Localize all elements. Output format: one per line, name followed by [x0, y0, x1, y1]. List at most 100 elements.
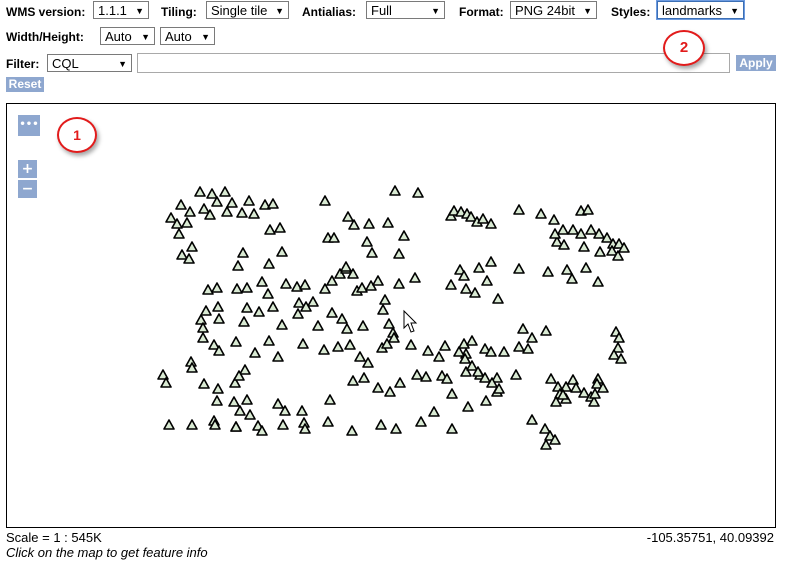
apply-button[interactable]: Apply: [736, 55, 776, 71]
map-viewport[interactable]: ••• + − 1: [6, 103, 776, 528]
landmark-marker-icon: [460, 283, 472, 294]
landmark-marker-icon: [557, 224, 569, 235]
feature-info-hint: Click on the map to get feature info: [6, 545, 208, 560]
landmark-marker-icon: [256, 276, 268, 287]
width-height-label: Width/Height:: [6, 30, 84, 44]
landmark-marker-icon: [420, 371, 432, 382]
chevron-down-icon: ▼: [141, 32, 150, 42]
wms-version-label: WMS version:: [6, 5, 86, 19]
landmark-marker-icon: [462, 401, 474, 412]
landmark-marker-icon: [422, 345, 434, 356]
tiling-select[interactable]: Single tile ▼: [206, 1, 289, 19]
landmark-marker-icon: [592, 276, 604, 287]
landmark-marker-icon: [445, 279, 457, 290]
landmark-marker-icon: [513, 263, 525, 274]
styles-select[interactable]: landmarks ▼: [656, 0, 745, 20]
width-select[interactable]: Auto ▼: [100, 27, 155, 45]
landmark-marker-icon: [485, 256, 497, 267]
landmark-marker-icon: [219, 186, 231, 197]
landmark-marker-icon: [263, 258, 275, 269]
landmark-marker-icon: [267, 198, 279, 209]
landmark-marker-icon: [347, 375, 359, 386]
styles-label: Styles:: [611, 5, 651, 19]
landmark-marker-icon: [382, 217, 394, 228]
filter-text-input[interactable]: [137, 53, 730, 73]
mouse-pointer-icon: [403, 309, 418, 333]
landmark-marker-icon: [398, 230, 410, 241]
landmark-marker-icon: [272, 351, 284, 362]
landmark-marker-icon: [340, 261, 352, 272]
landmark-marker-icon: [357, 320, 369, 331]
landmark-marker-icon: [237, 247, 249, 258]
wms-version-select[interactable]: 1.1.1 ▼: [93, 1, 149, 19]
landmark-marker-icon: [522, 343, 534, 354]
reset-button[interactable]: Reset: [6, 77, 44, 92]
landmark-marker-icon: [202, 284, 214, 295]
landmark-marker-icon: [446, 423, 458, 434]
landmark-marker-icon: [341, 323, 353, 334]
landmark-marker-icon: [244, 409, 256, 420]
landmark-marker-icon: [221, 206, 233, 217]
landmark-marker-icon: [198, 203, 210, 214]
landmark-marker-icon: [277, 419, 289, 430]
chevron-down-icon: ▼: [135, 6, 144, 16]
landmark-marker-icon: [498, 346, 510, 357]
antialias-select[interactable]: Full ▼: [366, 1, 445, 19]
wms-version-value: 1.1.1: [98, 3, 127, 18]
landmark-marker-icon: [253, 306, 265, 317]
landmark-marker-icon: [567, 224, 579, 235]
landmark-marker-icon: [228, 396, 240, 407]
landmark-marker-icon: [428, 406, 440, 417]
landmark-marker-icon: [377, 304, 389, 315]
landmark-marker-icon: [231, 283, 243, 294]
antialias-value: Full: [371, 3, 392, 18]
landmark-marker-icon: [165, 212, 177, 223]
landmark-marker-icon: [206, 188, 218, 199]
landmark-marker-icon: [542, 266, 554, 277]
format-select[interactable]: PNG 24bit ▼: [510, 1, 597, 19]
landmark-marker-icon: [181, 217, 193, 228]
map-features-layer: [157, 185, 630, 450]
landmark-marker-icon: [241, 302, 253, 313]
landmark-marker-icon: [409, 272, 421, 283]
landmark-marker-icon: [481, 275, 493, 286]
landmark-marker-icon: [326, 307, 338, 318]
filter-label: Filter:: [6, 57, 40, 71]
landmark-marker-icon: [238, 316, 250, 327]
landmark-marker-icon: [383, 318, 395, 329]
landmark-marker-icon: [274, 222, 286, 233]
landmark-marker-icon: [393, 248, 405, 259]
landmark-marker-icon: [186, 419, 198, 430]
landmark-marker-icon: [241, 282, 253, 293]
landmark-marker-icon: [561, 264, 573, 275]
landmark-marker-icon: [263, 335, 275, 346]
landmark-marker-icon: [232, 260, 244, 271]
landmark-marker-icon: [194, 186, 206, 197]
landmark-marker-icon: [322, 416, 334, 427]
format-label: Format:: [459, 5, 504, 19]
landmark-markers: [157, 185, 630, 450]
landmark-marker-icon: [446, 388, 458, 399]
landmark-marker-icon: [594, 246, 606, 257]
landmark-marker-icon: [394, 377, 406, 388]
landmark-marker-icon: [344, 339, 356, 350]
landmark-marker-icon: [200, 305, 212, 316]
landmark-marker-icon: [379, 294, 391, 305]
landmark-marker-icon: [319, 195, 331, 206]
landmark-marker-icon: [211, 282, 223, 293]
filter-type-select[interactable]: CQL ▼: [47, 54, 132, 72]
landmark-marker-icon: [198, 378, 210, 389]
landmark-marker-icon: [372, 275, 384, 286]
landmark-marker-icon: [480, 395, 492, 406]
chevron-down-icon: ▼: [431, 6, 440, 16]
landmark-marker-icon: [243, 195, 255, 206]
landmark-marker-icon: [299, 279, 311, 290]
landmark-marker-icon: [296, 405, 308, 416]
landmark-marker-icon: [234, 405, 246, 416]
landmark-marker-icon: [293, 297, 305, 308]
height-select[interactable]: Auto ▼: [160, 27, 215, 45]
landmark-marker-icon: [264, 224, 276, 235]
landmark-marker-icon: [332, 341, 344, 352]
landmark-marker-icon: [213, 313, 225, 324]
landmark-marker-icon: [510, 369, 522, 380]
